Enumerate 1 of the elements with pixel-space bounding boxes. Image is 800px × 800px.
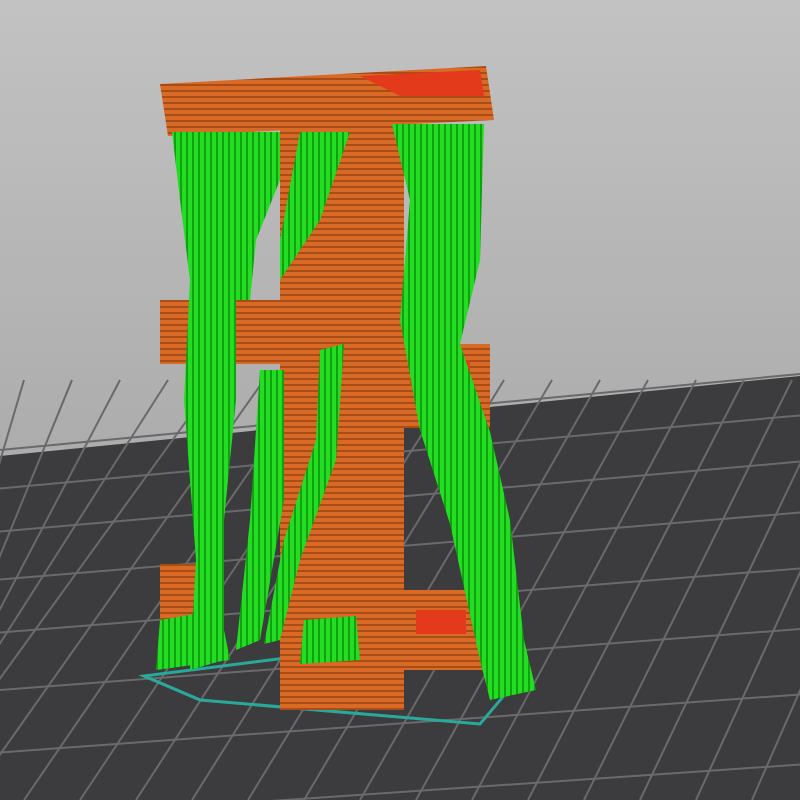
3d-viewport[interactable]	[0, 0, 800, 800]
